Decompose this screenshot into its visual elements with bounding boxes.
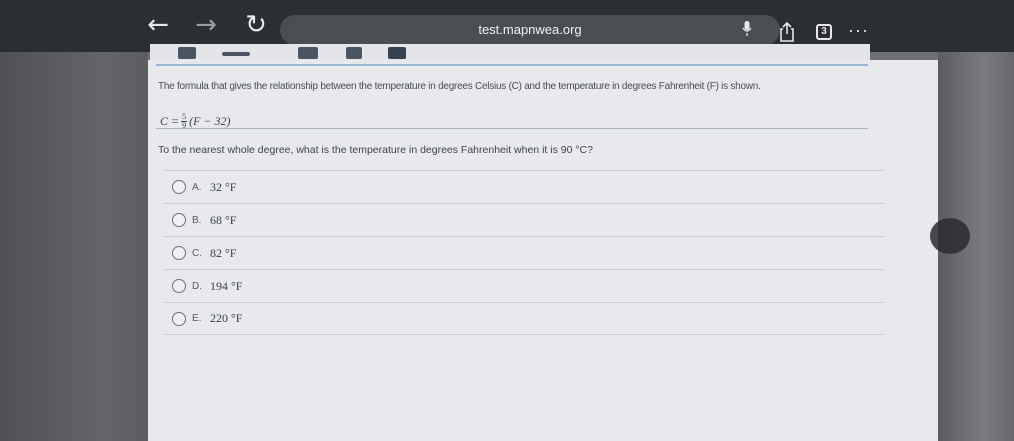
tool-icon[interactable] xyxy=(298,47,318,59)
answer-choices: A. 32 °F B. 68 °F C. 82 °F D. 194 °F E. … xyxy=(164,170,884,335)
back-icon[interactable]: ← xyxy=(140,10,176,40)
finger-shadow xyxy=(930,218,970,254)
radio-button[interactable] xyxy=(172,311,186,326)
tabs-icon[interactable]: 3 xyxy=(816,24,832,40)
microphone-icon[interactable] xyxy=(742,21,752,37)
choice-a[interactable]: A. 32 °F xyxy=(164,170,884,203)
reload-icon[interactable]: ↻ xyxy=(238,10,274,40)
choice-letter: B. xyxy=(192,214,202,226)
choice-value: 32 °F xyxy=(210,179,237,194)
choice-letter: D. xyxy=(192,280,202,292)
tool-icon[interactable] xyxy=(222,52,250,56)
question-intro: The formula that gives the relationship … xyxy=(158,81,761,92)
more-icon[interactable]: ··· xyxy=(848,20,869,41)
choice-value: 220 °F xyxy=(210,311,243,325)
question-prompt: To the nearest whole degree, what is the… xyxy=(158,144,593,156)
radio-button[interactable] xyxy=(172,279,186,293)
choice-letter: A. xyxy=(192,181,202,193)
tool-icon[interactable] xyxy=(178,47,196,59)
formula-right: (F − 32) xyxy=(189,114,231,128)
divider xyxy=(156,64,868,66)
choice-d[interactable]: D. 194 °F xyxy=(164,269,884,302)
choice-c[interactable]: C. 82 °F xyxy=(164,236,884,269)
share-icon[interactable] xyxy=(778,22,796,42)
url-text: test.mapnwea.org xyxy=(478,22,582,37)
tool-icon[interactable] xyxy=(388,47,406,59)
choice-e[interactable]: E. 220 °F xyxy=(164,302,884,335)
forward-icon[interactable]: → xyxy=(188,10,224,40)
radio-button[interactable] xyxy=(172,246,186,260)
address-bar[interactable]: test.mapnwea.org xyxy=(280,15,780,45)
formula-left: C = xyxy=(160,114,180,128)
divider xyxy=(156,128,868,129)
choice-letter: C. xyxy=(192,247,202,259)
tool-icon[interactable] xyxy=(346,47,362,59)
radio-button[interactable] xyxy=(172,180,186,194)
radio-button[interactable] xyxy=(172,213,186,227)
choice-letter: E. xyxy=(192,313,202,324)
choice-b[interactable]: B. 68 °F xyxy=(164,203,884,236)
choice-value: 68 °F xyxy=(210,212,237,227)
device-bezel-left xyxy=(0,52,148,441)
question-page: The formula that gives the relationship … xyxy=(148,60,938,441)
choice-value: 194 °F xyxy=(210,278,243,293)
choice-value: 82 °F xyxy=(210,245,237,260)
